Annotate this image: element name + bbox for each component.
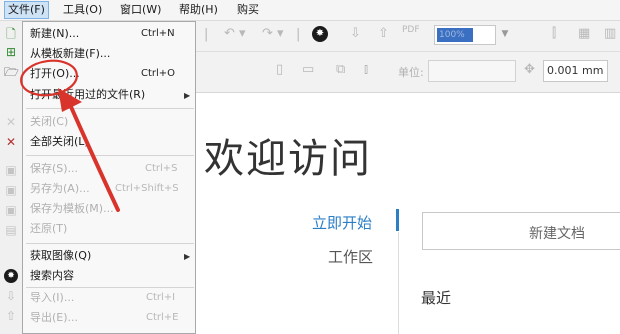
current-page-icon[interactable]: ⫾ [364, 62, 368, 77]
portrait-icon[interactable]: ▯ [276, 62, 283, 77]
menu-tools[interactable]: 工具(O) [60, 2, 105, 18]
shortcut-save-as: Ctrl+Shift+S [115, 183, 179, 194]
export-icon: ⇧ [5, 309, 17, 323]
welcome-title: 欢迎访问 [204, 136, 372, 182]
revert-icon: ▤ [5, 223, 17, 237]
new-document-label: 新建文档 [529, 226, 585, 242]
submenu-arrow-icon: ▶ [184, 252, 191, 261]
separator-icon: | [204, 27, 209, 42]
menu-bar: 文件(F) 工具(O) 窗口(W) 帮助(H) 购买 [0, 0, 620, 21]
unit-select[interactable] [428, 60, 516, 82]
menu-item-close-all[interactable]: 全部关闭(L) [30, 133, 89, 151]
menu-item-import[interactable]: 导入(I)... [30, 289, 74, 307]
menu-separator [26, 287, 194, 288]
close-all-icon: ✕ [5, 135, 17, 149]
shortcut-new: Ctrl+N [141, 28, 175, 39]
shortcut-import: Ctrl+I [146, 292, 176, 303]
save-as-icon: ▣ [5, 183, 17, 197]
divider [398, 232, 399, 334]
save-icon: ▣ [5, 163, 17, 177]
tab-workspace[interactable]: 工作区 [328, 246, 373, 267]
standard-toolbar: | ↶ ▾ ↷ ▾ | ✸ ⇩ ⇧ PDF ⫿ ▦ ▥ [196, 21, 620, 52]
chevron-down-icon[interactable]: ▼ [498, 25, 512, 43]
menu-item-close[interactable]: 关闭(C) [30, 113, 68, 131]
unit-label: 单位: [398, 66, 424, 79]
layout-icon[interactable]: ▥ [604, 26, 616, 41]
menu-item-save-as[interactable]: 另存为(A)... [30, 180, 90, 198]
active-tab-indicator [396, 209, 399, 231]
file-menu-icon-column: 🗋 ⊞ 🗁 ✕ ✕ ▣ ▣ ▣ ▤ ✸ ⇩ ⇧ [0, 21, 22, 334]
save-template-icon: ▣ [5, 203, 17, 217]
new-from-template-icon: ⊞ [5, 45, 17, 59]
search-content-icon[interactable]: ✸ [312, 26, 328, 42]
redo-icon[interactable]: ↷ ▾ [262, 26, 284, 41]
menu-item-new-from-template[interactable]: 从模板新建(F)... [30, 45, 110, 63]
new-document-button[interactable]: 新建文档 [422, 212, 620, 250]
close-doc-icon: ✕ [5, 115, 17, 129]
recent-heading: 最近 [421, 289, 452, 307]
align-icon[interactable]: ⫿ [552, 26, 556, 41]
grid-icon[interactable]: ▦ [578, 26, 590, 41]
menu-item-revert[interactable]: 还原(T) [30, 220, 67, 238]
zoom-level-box[interactable]: 100% [434, 25, 496, 45]
shortcut-open: Ctrl+O [141, 68, 176, 79]
menu-item-save[interactable]: 保存(S)... [30, 160, 78, 178]
menu-window[interactable]: 窗口(W) [117, 2, 164, 18]
undo-icon[interactable]: ↶ ▾ [224, 26, 246, 41]
export-icon[interactable]: ⇧ [378, 26, 389, 41]
menu-separator [26, 108, 194, 109]
import-icon: ⇩ [5, 289, 17, 303]
import-icon[interactable]: ⇩ [350, 26, 361, 41]
menu-item-search-content[interactable]: 搜索内容 [30, 267, 74, 285]
separator-icon: | [296, 27, 301, 42]
menu-buy[interactable]: 购买 [234, 2, 262, 18]
search-content-icon: ✸ [4, 269, 18, 283]
menu-file[interactable]: 文件(F) [4, 1, 49, 19]
new-file-icon: 🗋 [6, 27, 16, 41]
submenu-arrow-icon: ▶ [184, 91, 191, 100]
menu-item-export[interactable]: 导出(E)... [30, 309, 78, 327]
menu-item-new[interactable]: 新建(N)... [30, 25, 79, 43]
folder-open-icon: 🗁 [4, 65, 19, 79]
landscape-icon[interactable]: ▭ [302, 62, 314, 77]
shortcut-save: Ctrl+S [145, 163, 178, 174]
menu-item-open-recent[interactable]: 打开最近用过的文件(R) [30, 86, 145, 104]
menu-item-acquire-image[interactable]: 获取图像(Q) [30, 247, 91, 265]
menu-separator [26, 243, 194, 244]
nudge-distance-input[interactable]: 0.001 mm [543, 60, 608, 82]
all-pages-icon[interactable]: ⧉ [336, 62, 345, 77]
shortcut-export: Ctrl+E [146, 312, 179, 323]
pdf-icon[interactable]: PDF [402, 25, 420, 35]
menu-item-save-template[interactable]: 保存为模板(M)... [30, 200, 114, 218]
zoom-level-value: 100% [437, 28, 473, 42]
nudge-icon: ✥ [524, 62, 535, 77]
menu-item-open[interactable]: 打开(O)... [30, 65, 80, 83]
menu-separator [26, 155, 194, 156]
tab-get-started[interactable]: 立即开始 [312, 212, 372, 233]
menu-help[interactable]: 帮助(H) [176, 2, 221, 18]
